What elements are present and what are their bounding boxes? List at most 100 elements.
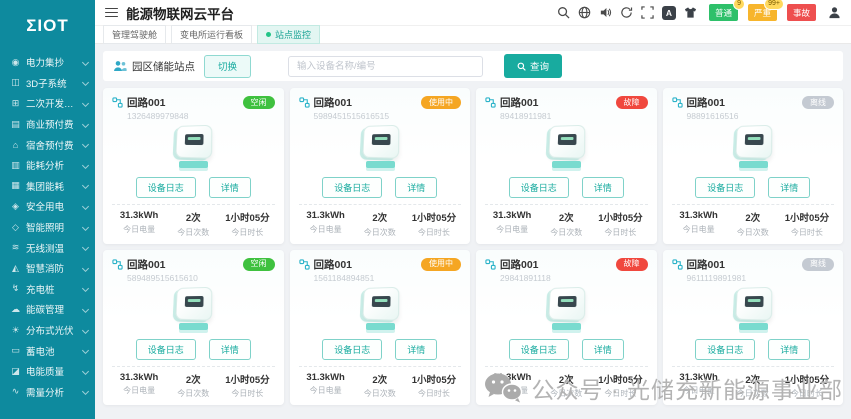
font-size-icon[interactable] bbox=[662, 6, 676, 20]
device-log-button[interactable]: 设备日志 bbox=[136, 339, 196, 360]
sidebar-item[interactable]: ◫ 3D子系统 bbox=[0, 73, 95, 94]
sidebar-item[interactable]: ◇ 智能照明 bbox=[0, 217, 95, 238]
sidebar-item[interactable]: ▭ 蓄电池 bbox=[0, 340, 95, 361]
circuit-icon bbox=[485, 97, 496, 108]
stat-energy: 31.3kWh 今日电量 bbox=[299, 372, 353, 400]
sidebar-menu: ◉ 电力集抄 ◫ 3D子系统 ⊞ 二次开发管理 ▤ 商业预付费 ⌂ 宿舍预付费 … bbox=[0, 52, 95, 402]
status-badge: 故障 bbox=[616, 258, 648, 271]
device-card-header: 回路001 故障 bbox=[485, 95, 648, 110]
sidebar-item[interactable]: ∿ 需量分析 bbox=[0, 382, 95, 403]
site-selector[interactable]: 园区储能站点 bbox=[113, 59, 195, 74]
sidebar-item[interactable]: ☁ 能碳管理 bbox=[0, 299, 95, 320]
device-detail-button[interactable]: 详情 bbox=[209, 177, 251, 198]
menu-icon[interactable] bbox=[105, 8, 118, 18]
tab[interactable]: 管理驾驶舱 bbox=[103, 25, 166, 44]
dashed-divider bbox=[299, 366, 462, 367]
meter-screen bbox=[558, 295, 577, 306]
app-logo: ΣIOT bbox=[0, 8, 95, 52]
user-icon[interactable] bbox=[828, 6, 841, 19]
energy-analysis-icon: ▥ bbox=[10, 160, 21, 171]
search-icon[interactable] bbox=[557, 6, 570, 19]
device-card: 回路001 离线 98891616516 设备日志 详情 31.3kWh 今日电… bbox=[663, 88, 844, 244]
sidebar-item-label: 充电桩 bbox=[26, 282, 55, 296]
circuit-icon bbox=[672, 97, 683, 108]
refresh-icon[interactable] bbox=[620, 6, 633, 19]
device-meter-image bbox=[351, 123, 409, 175]
chevron-down-icon bbox=[82, 141, 89, 148]
alarm-label: 事故 bbox=[793, 8, 810, 18]
device-detail-button[interactable]: 详情 bbox=[395, 339, 437, 360]
chevron-down-icon bbox=[82, 265, 89, 272]
device-log-button[interactable]: 设备日志 bbox=[322, 339, 382, 360]
device-detail-button[interactable]: 详情 bbox=[582, 339, 624, 360]
tab-label: 站点监控 bbox=[275, 28, 311, 41]
sidebar-item[interactable]: ⊞ 二次开发管理 bbox=[0, 93, 95, 114]
globe-icon[interactable] bbox=[578, 6, 591, 19]
device-card-actions: 设备日志 详情 bbox=[112, 339, 275, 360]
stat-duration: 1小时05分 今日时长 bbox=[220, 372, 274, 400]
page-title: 能源物联网云平台 bbox=[126, 3, 234, 23]
stat-count: 2次 今日次数 bbox=[539, 210, 593, 238]
alarm-badge[interactable]: 事故 bbox=[787, 4, 816, 21]
device-detail-button[interactable]: 详情 bbox=[768, 339, 810, 360]
device-card-grid: 回路001 空闲 1326489979848 设备日志 详情 31.3kWh 今… bbox=[103, 88, 843, 405]
dashed-divider bbox=[485, 204, 648, 205]
meter-screen bbox=[371, 295, 390, 306]
circuit-icon bbox=[299, 97, 310, 108]
tab[interactable]: 变电所运行看板 bbox=[171, 25, 252, 44]
sidebar-item[interactable]: ⌂ 宿舍预付费 bbox=[0, 134, 95, 155]
device-card: 回路001 空闲 589489515615610 设备日志 详情 31.3kWh… bbox=[103, 250, 284, 406]
device-meter-image bbox=[724, 123, 782, 175]
query-button[interactable]: 查询 bbox=[504, 54, 562, 78]
sidebar-item[interactable]: ◭ 智慧消防 bbox=[0, 258, 95, 279]
fullscreen-icon[interactable] bbox=[641, 6, 654, 19]
sidebar-item-label: 宿舍预付费 bbox=[26, 138, 74, 152]
device-card-actions: 设备日志 详情 bbox=[299, 177, 462, 198]
speaker-icon[interactable] bbox=[599, 6, 612, 19]
device-log-button[interactable]: 设备日志 bbox=[509, 339, 569, 360]
device-card-header: 回路001 离线 bbox=[672, 257, 835, 272]
chevron-down-icon bbox=[82, 79, 89, 86]
device-log-button[interactable]: 设备日志 bbox=[695, 177, 755, 198]
tab[interactable]: 站点监控 bbox=[257, 25, 320, 44]
device-id: 5989451515616515 bbox=[314, 111, 462, 121]
charging-pile-icon: ↯ bbox=[10, 283, 21, 294]
status-badge: 使用中 bbox=[421, 258, 461, 271]
device-image-wrap bbox=[485, 283, 648, 335]
alarm-badge[interactable]: 严重 99+ bbox=[748, 4, 777, 21]
sidebar-item[interactable]: ▥ 能耗分析 bbox=[0, 155, 95, 176]
device-log-button[interactable]: 设备日志 bbox=[509, 177, 569, 198]
sidebar-item[interactable]: ≋ 无线测温 bbox=[0, 237, 95, 258]
device-card: 回路001 空闲 1326489979848 设备日志 详情 31.3kWh 今… bbox=[103, 88, 284, 244]
device-log-button[interactable]: 设备日志 bbox=[136, 177, 196, 198]
sidebar-item[interactable]: ◪ 电能质量 bbox=[0, 361, 95, 382]
sidebar-item[interactable]: ◈ 安全用电 bbox=[0, 196, 95, 217]
sidebar-item[interactable]: ▦ 集团能耗 bbox=[0, 176, 95, 197]
device-search-input[interactable] bbox=[288, 56, 483, 77]
device-log-button[interactable]: 设备日志 bbox=[322, 177, 382, 198]
sidebar-item[interactable]: ◉ 电力集抄 bbox=[0, 52, 95, 73]
device-name: 回路001 bbox=[500, 257, 539, 272]
device-detail-button[interactable]: 详情 bbox=[768, 177, 810, 198]
chevron-down-icon bbox=[82, 203, 89, 210]
device-log-button[interactable]: 设备日志 bbox=[695, 339, 755, 360]
theme-icon[interactable] bbox=[684, 6, 697, 19]
stat-energy: 31.3kWh 今日电量 bbox=[485, 210, 539, 238]
sidebar-item[interactable]: ▤ 商业预付费 bbox=[0, 114, 95, 135]
sidebar-item[interactable]: ↯ 充电桩 bbox=[0, 279, 95, 300]
device-detail-button[interactable]: 详情 bbox=[395, 177, 437, 198]
stat-duration: 1小时05分 今日时长 bbox=[407, 210, 461, 238]
carbon-manage-icon: ☁ bbox=[10, 304, 21, 315]
chevron-down-icon bbox=[82, 388, 89, 395]
sidebar-item[interactable]: ☀ 分布式光伏 bbox=[0, 320, 95, 341]
power-quality-icon: ◪ bbox=[10, 366, 21, 377]
device-detail-button[interactable]: 详情 bbox=[209, 339, 251, 360]
switch-button[interactable]: 切换 bbox=[204, 55, 251, 78]
device-detail-button[interactable]: 详情 bbox=[582, 177, 624, 198]
alarm-badge[interactable]: 普通 9 bbox=[709, 4, 738, 21]
device-card-header: 回路001 离线 bbox=[672, 95, 835, 110]
device-card-header: 回路001 使用中 bbox=[299, 257, 462, 272]
cube-3d-icon: ◫ bbox=[10, 77, 21, 88]
device-name: 回路001 bbox=[500, 95, 539, 110]
circuit-icon bbox=[485, 259, 496, 270]
